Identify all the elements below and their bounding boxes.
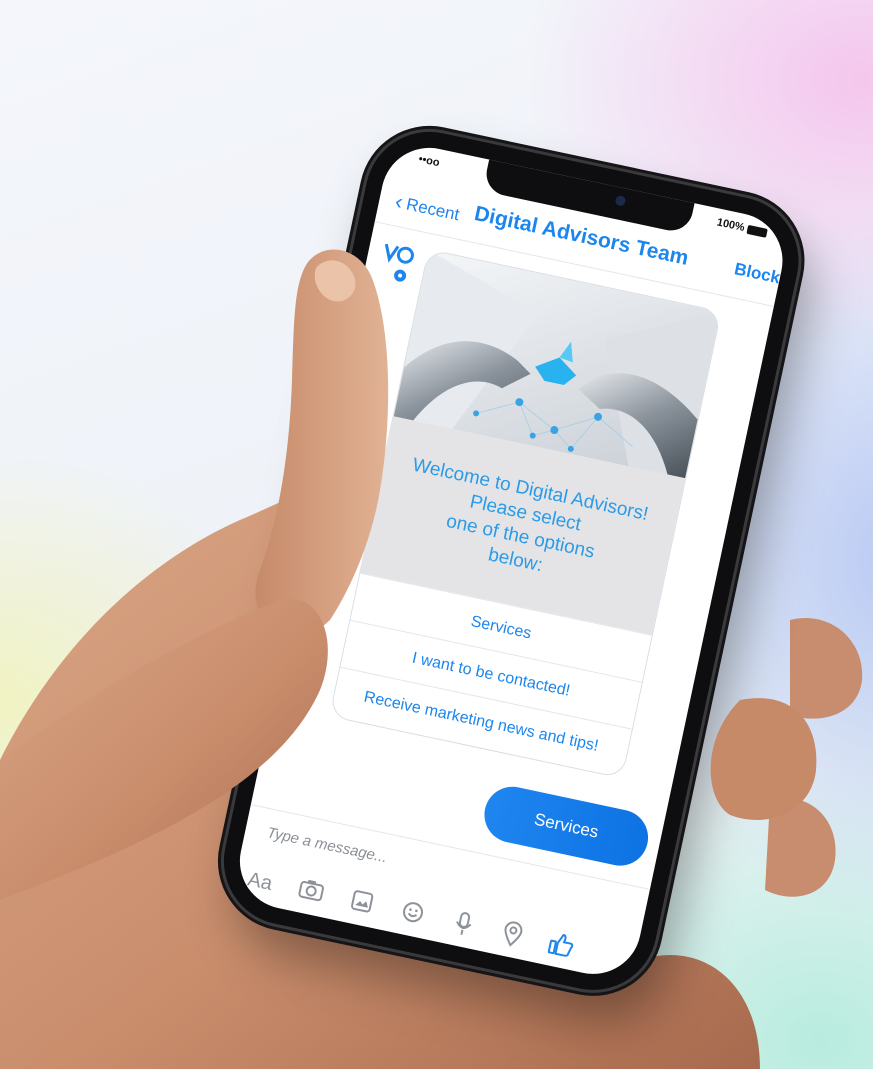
block-button[interactable]: Block (732, 259, 782, 288)
microphone-icon[interactable] (446, 908, 481, 942)
camera-icon[interactable] (293, 876, 328, 910)
messenger-screen: ••oo 100% ‹Recent Digital Advisors Team … (230, 138, 792, 983)
front-camera-icon (614, 194, 627, 207)
gallery-icon[interactable] (344, 887, 379, 921)
battery-icon (746, 224, 768, 238)
emoji-icon[interactable] (395, 897, 430, 931)
bot-logo-icon (384, 243, 414, 282)
signal-indicator: ••oo (417, 153, 441, 170)
text-format-button[interactable]: Aa (242, 865, 277, 899)
back-button[interactable]: ‹Recent (393, 187, 462, 226)
smartphone: ••oo 100% ‹Recent Digital Advisors Team … (212, 120, 811, 1002)
battery-indicator: 100% (716, 216, 769, 238)
location-icon[interactable] (495, 919, 530, 953)
battery-percent: 100% (715, 216, 746, 235)
like-icon[interactable] (544, 929, 579, 963)
bot-message-card: Welcome to Digital Advisors! Please sele… (328, 248, 722, 779)
back-label: Recent (404, 194, 462, 225)
